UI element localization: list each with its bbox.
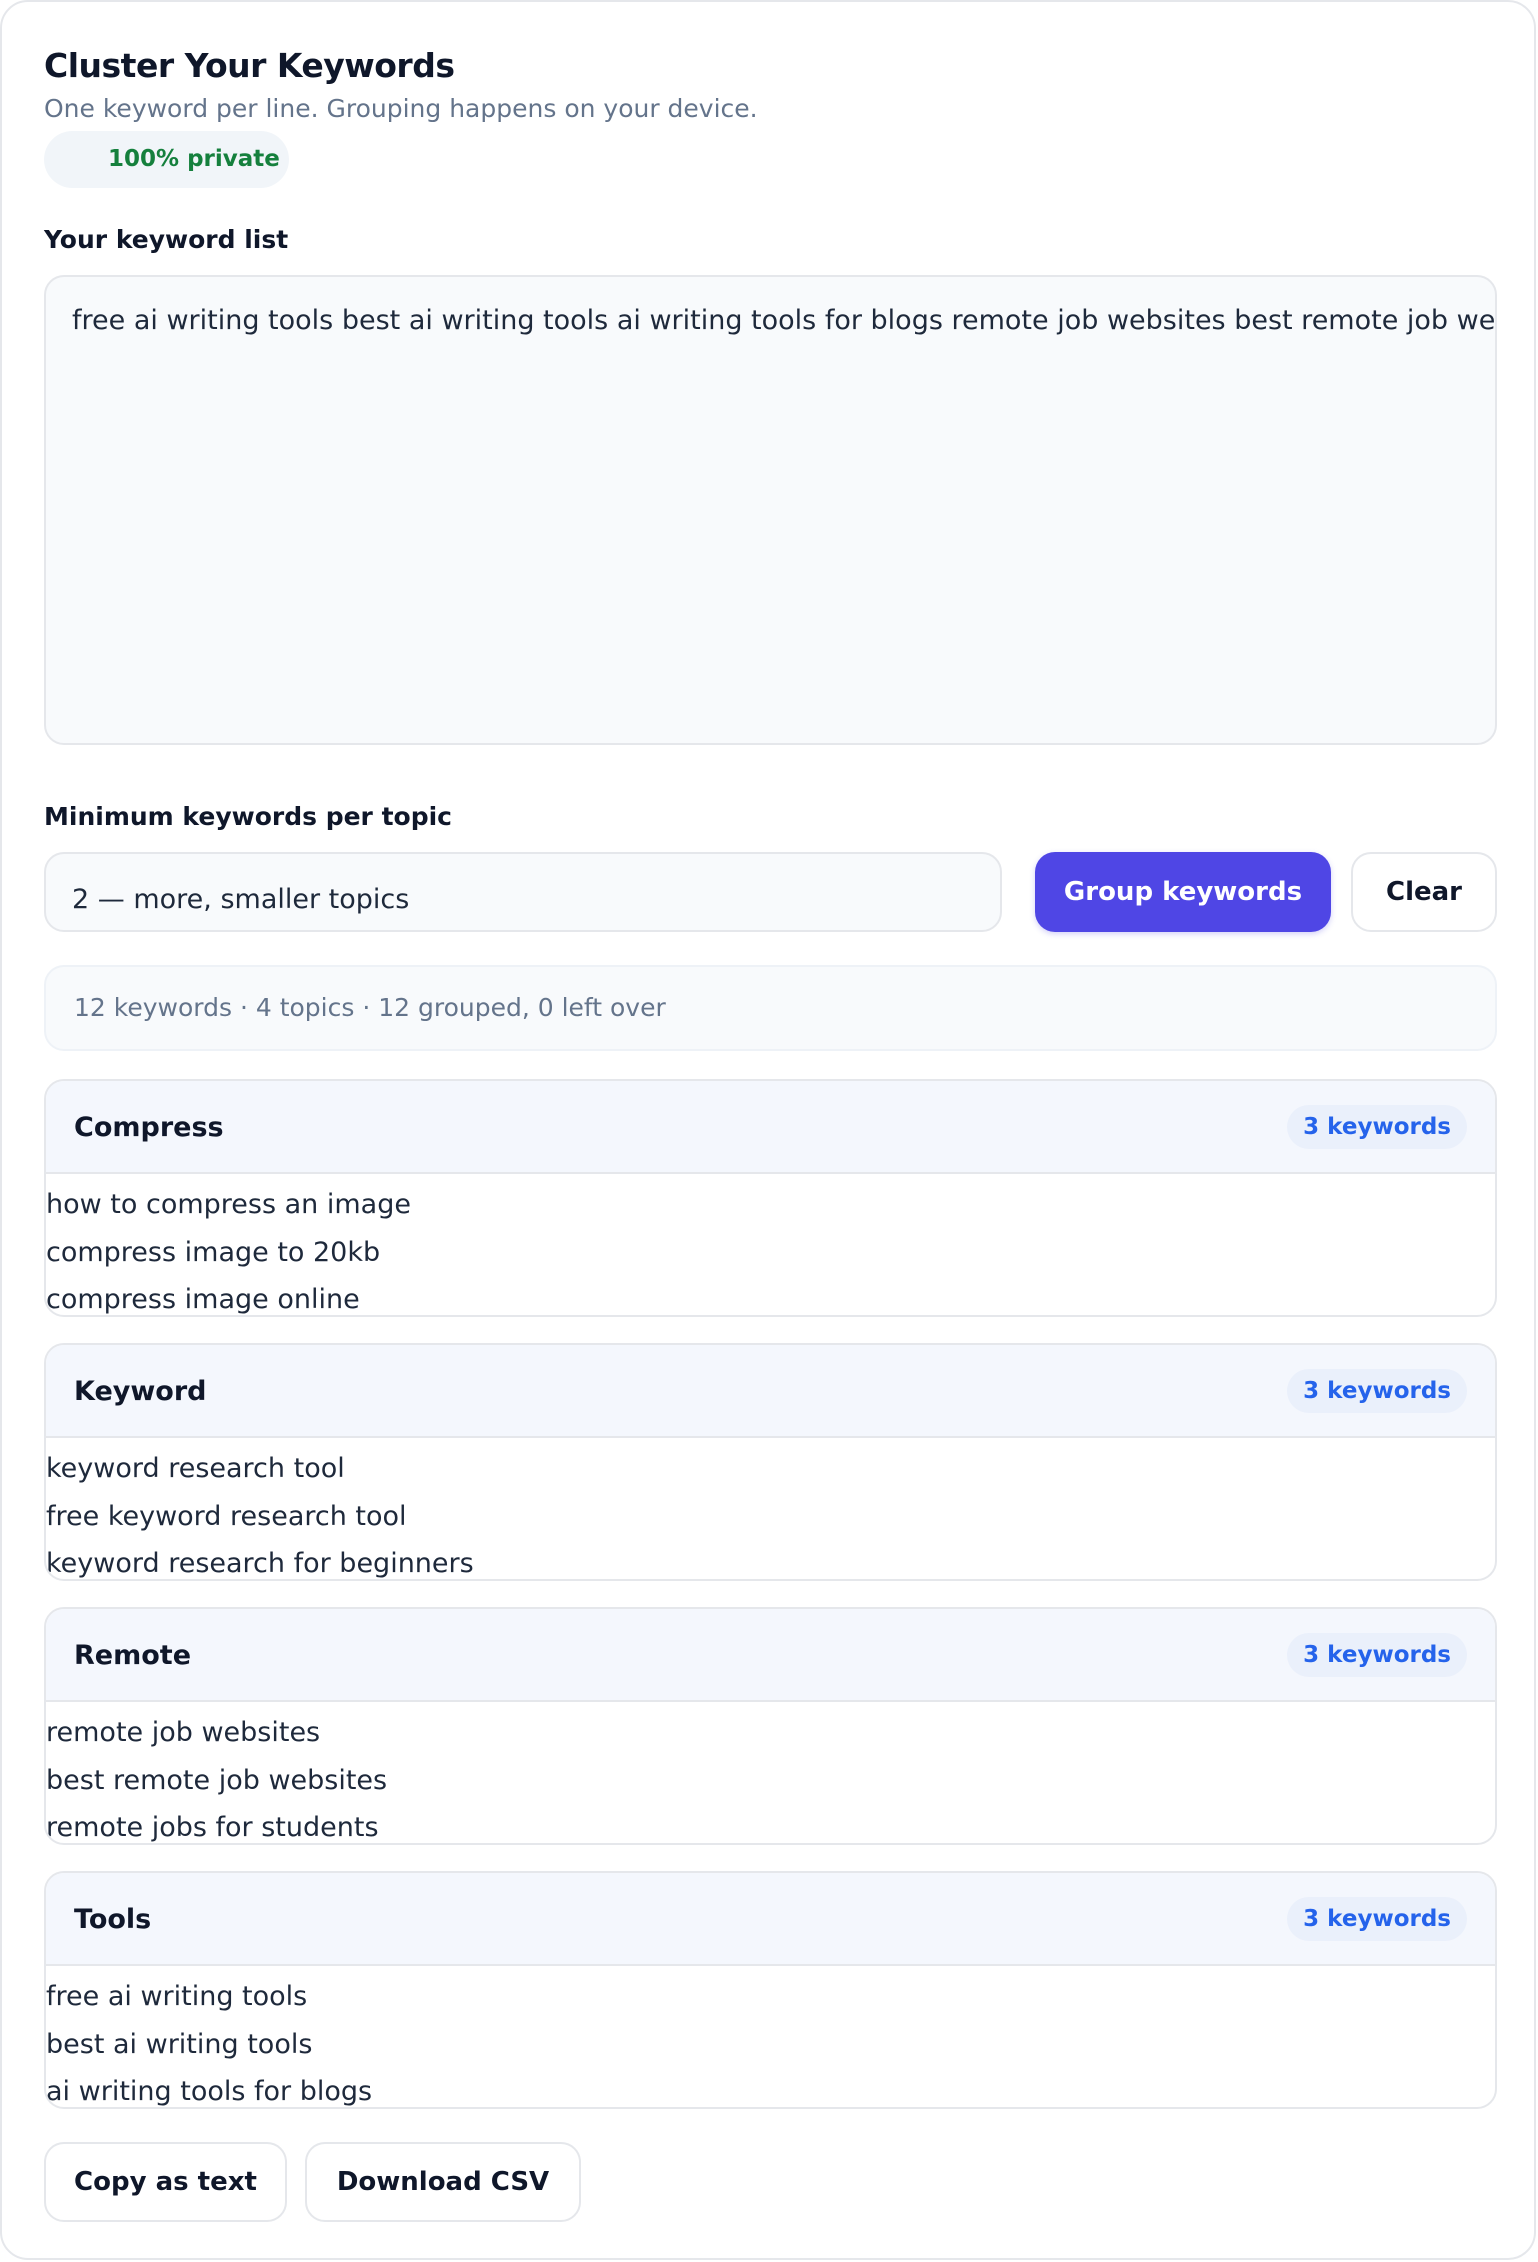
keyword-list-label: Your keyword list	[44, 225, 289, 254]
group-keywords-button[interactable]: Group keywords	[1035, 852, 1331, 932]
cluster-card-keyword: Keyword 3 keywords keyword research tool…	[44, 1343, 1497, 1581]
keyword-list: remote job websites best remote job webs…	[46, 1709, 388, 1843]
keyword-item: keyword research for beginners	[46, 1548, 474, 1579]
cluster-header: Compress 3 keywords	[46, 1081, 1495, 1174]
keyword-cluster-panel: Cluster Your Keywords One keyword per li…	[0, 0, 1536, 2260]
copy-as-text-button[interactable]: Copy as text	[44, 2142, 287, 2222]
cluster-card-tools: Tools 3 keywords free ai writing tools b…	[44, 1871, 1497, 2109]
cluster-card-remote: Remote 3 keywords remote job websites be…	[44, 1607, 1497, 1845]
clear-button[interactable]: Clear	[1351, 852, 1497, 932]
min-keywords-select-value: 2 — more, smaller topics	[72, 884, 410, 915]
keyword-item: best remote job websites	[46, 1764, 388, 1796]
page-title: Cluster Your Keywords	[44, 46, 455, 85]
privacy-badge: 100% private	[44, 131, 289, 188]
cluster-card-compress: Compress 3 keywords how to compress an i…	[44, 1079, 1497, 1317]
page-subtitle: One keyword per line. Grouping happens o…	[44, 94, 758, 123]
min-keywords-select[interactable]: 2 — more, smaller topics	[44, 852, 1002, 932]
keyword-count-badge: 3 keywords	[1287, 1369, 1467, 1413]
keyword-item: free keyword research tool	[46, 1500, 407, 1532]
cluster-header: Keyword 3 keywords	[46, 1345, 1495, 1438]
min-keywords-label: Minimum keywords per topic	[44, 802, 452, 831]
keyword-item: best ai writing tools	[46, 2028, 313, 2060]
keyword-item: compress image online	[46, 1284, 360, 1315]
keyword-item: keyword research tool	[46, 1453, 345, 1484]
keyword-item: ai writing tools for blogs	[46, 2076, 373, 2107]
keyword-item: compress image to 20kb	[46, 1236, 381, 1268]
cluster-title: Remote	[74, 1640, 192, 1671]
summary-stats: 12 keywords · 4 topics · 12 grouped, 0 l…	[44, 965, 1497, 1051]
keyword-count-badge: 3 keywords	[1287, 1105, 1467, 1149]
cluster-title: Keyword	[74, 1376, 207, 1407]
keyword-item: remote jobs for students	[46, 1812, 379, 1843]
keyword-item: remote job websites	[46, 1717, 321, 1748]
cluster-title: Tools	[74, 1904, 152, 1935]
keyword-list-textarea[interactable]: free ai writing tools best ai writing to…	[44, 275, 1497, 745]
keyword-count-badge: 3 keywords	[1287, 1897, 1467, 1941]
keyword-count-badge: 3 keywords	[1287, 1633, 1467, 1677]
cluster-header: Tools 3 keywords	[46, 1873, 1495, 1966]
keyword-list: how to compress an image compress image …	[46, 1181, 411, 1315]
keyword-list: free ai writing tools best ai writing to…	[46, 1973, 373, 2107]
keyword-item: free ai writing tools	[46, 1981, 308, 2012]
keyword-list: keyword research tool free keyword resea…	[46, 1445, 474, 1579]
cluster-header: Remote 3 keywords	[46, 1609, 1495, 1702]
cluster-title: Compress	[74, 1112, 224, 1143]
download-csv-button[interactable]: Download CSV	[305, 2142, 581, 2222]
keyword-item: how to compress an image	[46, 1189, 411, 1220]
